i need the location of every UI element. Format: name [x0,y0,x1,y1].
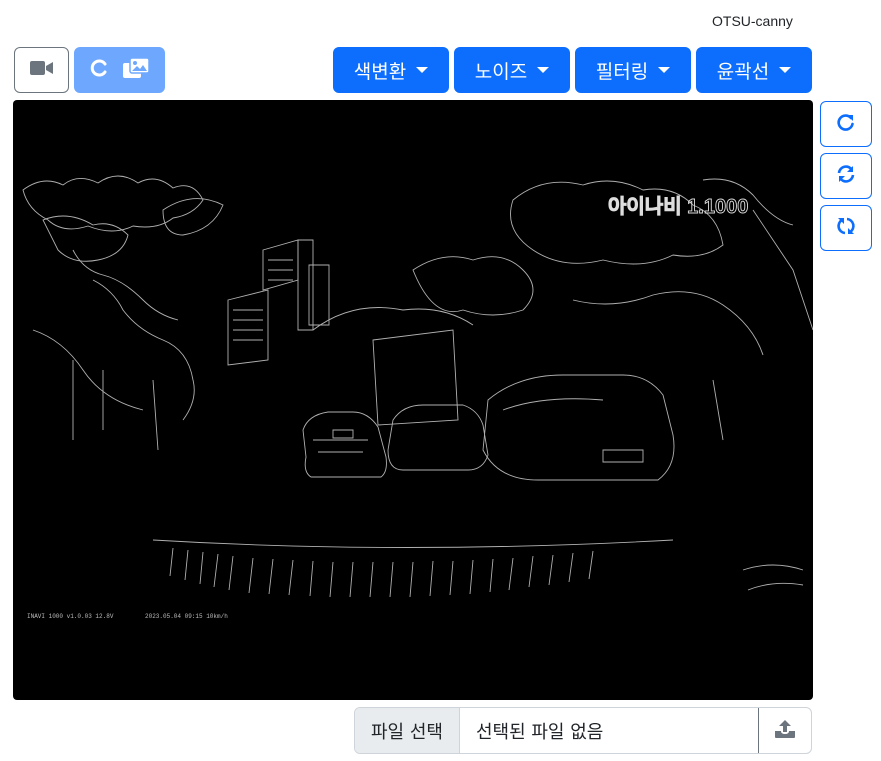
sync-icon [836,164,856,188]
caret-down-icon [416,67,429,73]
video-camera-icon [29,60,54,80]
menu-label: 노이즈 [474,60,528,83]
caret-down-icon [779,67,792,73]
caret-down-icon [658,67,671,73]
edge-image: 아이나비 1.1000 INAVI 1000 v1.0.03 12.8V 202… [22,175,813,620]
sync-button[interactable] [820,153,872,199]
rotate-button[interactable] [820,101,872,147]
menu-label: 윤곽선 [716,60,770,83]
sync-alt-button[interactable] [820,205,872,251]
menu-color-convert[interactable]: 색변환 [333,47,449,93]
menu-contour[interactable]: 윤곽선 [696,47,812,93]
file-status: 선택된 파일 없음 [475,721,604,743]
caret-down-icon [537,67,550,73]
overlay-footer-left: INAVI 1000 v1.0.03 12.8V [27,613,114,620]
gallery-button[interactable] [74,47,165,93]
menu-label: 색변환 [353,60,407,83]
camera-button[interactable] [14,47,69,93]
upload-icon [774,719,796,743]
image-canvas: 아이나비 1.1000 INAVI 1000 v1.0.03 12.8V 202… [13,100,813,700]
menu-noise[interactable]: 노이즈 [454,47,570,93]
rotate-right-icon [836,112,856,136]
mode-label: OTSU-canny [712,13,793,29]
file-choose-button[interactable]: 파일 선택 [355,708,460,753]
upload-button[interactable] [758,708,811,753]
images-icon [122,57,150,83]
file-input-group[interactable]: 파일 선택 선택된 파일 없음 [354,707,812,754]
sync-alt-icon [836,216,856,240]
overlay-brand: 아이나비 1.1000 [608,195,748,218]
menu-filtering[interactable]: 필터링 [575,47,691,93]
overlay-footer-right: 2023.05.04 09:15 10km/h [145,613,228,620]
loading-spinner-icon [90,59,108,81]
menu-label: 필터링 [595,60,649,83]
